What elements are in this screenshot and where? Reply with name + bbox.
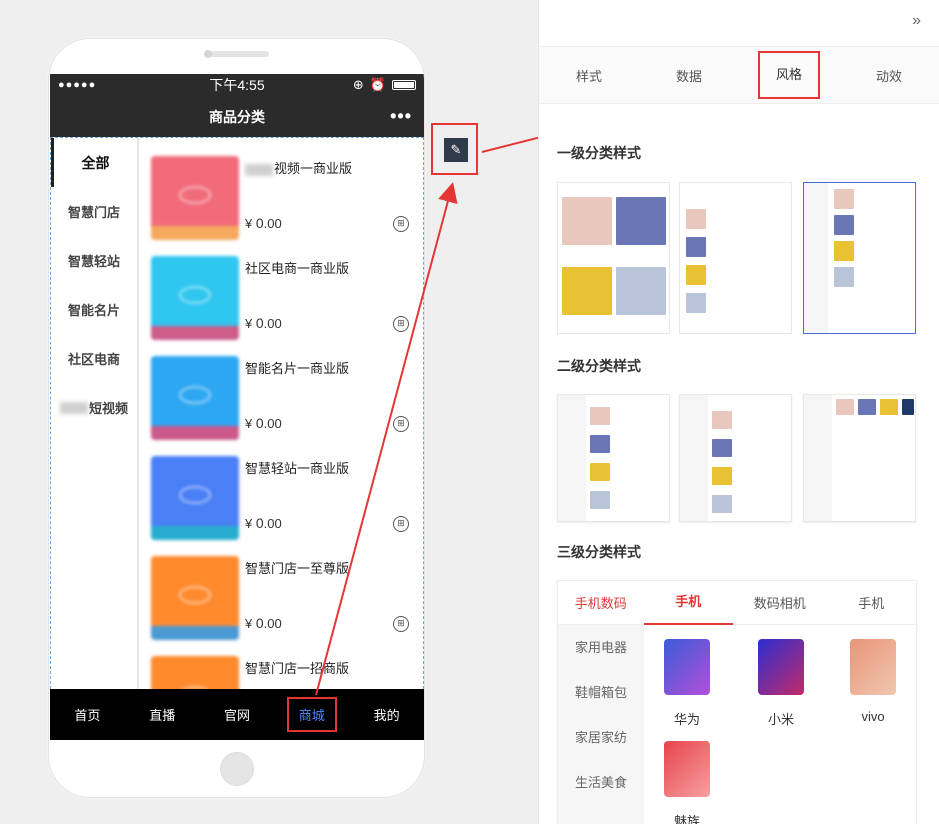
style-option-level2-b[interactable] xyxy=(679,394,792,522)
product-name: 视频一商业版 xyxy=(245,158,352,177)
cart-icon[interactable]: ⊞ xyxy=(393,316,409,332)
level3-tab-phone-2[interactable]: 手机 xyxy=(827,593,917,612)
level3-tab-digital[interactable]: 手机数码 xyxy=(558,593,644,612)
product-name: 社区电商一商业版 xyxy=(245,261,350,276)
category-item-smart-light-site[interactable]: 智慧轻站 xyxy=(51,236,137,285)
panel-tabs: 样式 数据 风格 动效 xyxy=(539,46,939,104)
level3-side-food[interactable]: 生活美食 xyxy=(558,760,644,805)
category-item-short-video[interactable]: 短视频 xyxy=(51,383,137,432)
category-item-smart-card[interactable]: 智能名片 xyxy=(51,285,137,334)
level3-side-appliances[interactable]: 家用电器 xyxy=(558,625,644,670)
product-image-vivo xyxy=(850,639,896,695)
style-option-level1-c[interactable] xyxy=(803,182,916,334)
tab-data[interactable]: 数据 xyxy=(639,66,739,85)
product-item[interactable]: 视频一商业版 ¥ 0.00 ⊞ xyxy=(147,150,419,250)
tab-home[interactable]: 首页 xyxy=(66,701,108,728)
product-name: 智慧轻站一商业版 xyxy=(245,461,350,476)
product-label-vivo: vivo xyxy=(861,709,885,724)
product-image-xiaomi xyxy=(758,639,804,695)
style-option-level1-a[interactable] xyxy=(557,182,670,334)
cart-icon[interactable]: ⊞ xyxy=(393,516,409,532)
tab-website[interactable]: 官网 xyxy=(216,701,258,728)
category-component[interactable]: 全部 智慧门店 智慧轻站 智能名片 社区电商 短视频 视频一商业版 ¥ 0.00 ⊞… xyxy=(50,137,424,740)
blurred-text xyxy=(245,163,273,176)
product-image-huawei xyxy=(664,639,710,695)
section-title-level3: 三级分类样式 xyxy=(557,544,641,560)
cart-icon[interactable]: ⊞ xyxy=(393,616,409,632)
product-price: ¥ 0.00 xyxy=(245,615,282,631)
phone-preview: ●●●●● 下午4:55 ⊕ ⏰ 商品分类 ••• 全部 智慧门店 智慧轻站 智… xyxy=(48,38,425,798)
settings-panel: » 样式 数据 风格 动效 一级分类样式 二级分类样式 三级分类样式 手机数码 … xyxy=(538,0,939,824)
product-image xyxy=(151,356,239,440)
product-item[interactable]: 智慧轻站一商业版 ¥ 0.00 ⊞ xyxy=(147,450,419,550)
edit-highlight: ✎ xyxy=(431,123,478,175)
phone-camera xyxy=(204,50,212,58)
phone-speaker xyxy=(205,51,269,57)
product-image-meizu xyxy=(664,741,710,797)
level3-top-tabs: 手机数码 手机 数码相机 手机 xyxy=(558,581,916,625)
edit-icon[interactable]: ✎ xyxy=(444,138,468,162)
page-title: 商品分类 xyxy=(209,108,265,125)
phone-screen: ●●●●● 下午4:55 ⊕ ⏰ 商品分类 ••• 全部 智慧门店 智慧轻站 智… xyxy=(50,74,424,740)
category-item-smart-store[interactable]: 智慧门店 xyxy=(51,187,137,236)
style-option-level3[interactable]: 手机数码 手机 数码相机 手机 家用电器 鞋帽箱包 家居家纺 生活美食 华为 小… xyxy=(557,580,917,824)
home-button xyxy=(220,752,254,786)
product-price: ¥ 0.00 xyxy=(245,315,282,331)
product-list: 视频一商业版 ¥ 0.00 ⊞ 社区电商一商业版 ¥ 0.00 ⊞ 智能名片一商业版 ¥ 0.… xyxy=(147,150,419,740)
cart-icon[interactable]: ⊞ xyxy=(393,416,409,432)
collapse-icon[interactable]: » xyxy=(912,12,921,30)
style-option-level2-a[interactable] xyxy=(557,394,670,522)
status-bar: ●●●●● 下午4:55 ⊕ ⏰ xyxy=(50,74,424,96)
level3-side-shoes-bags[interactable]: 鞋帽箱包 xyxy=(558,670,644,715)
category-sidebar: 全部 智慧门店 智慧轻站 智能名片 社区电商 短视频 xyxy=(51,138,139,689)
tab-style[interactable]: 样式 xyxy=(539,66,639,85)
cart-icon[interactable]: ⊞ xyxy=(393,216,409,232)
product-label-xiaomi: 小米 xyxy=(767,712,794,727)
product-name: 智能名片一商业版 xyxy=(245,361,350,376)
more-icon[interactable]: ••• xyxy=(390,106,412,127)
level3-side-home-textiles[interactable]: 家居家纺 xyxy=(558,715,644,760)
product-name: 智慧门店一招商版 xyxy=(245,661,350,676)
level3-tab-camera[interactable]: 数码相机 xyxy=(733,593,826,612)
tab-theme[interactable]: 风格 xyxy=(739,51,839,99)
product-label-huawei: 华为 xyxy=(673,712,700,727)
product-name: 智慧门店一至尊版 xyxy=(245,561,350,576)
product-image xyxy=(151,556,239,640)
section-title-level2: 二级分类样式 xyxy=(557,358,641,374)
product-price: ¥ 0.00 xyxy=(245,415,282,431)
tab-bar: 首页 直播 官网 商城 我的 xyxy=(50,689,424,740)
tab-animation[interactable]: 动效 xyxy=(839,66,939,85)
level3-tab-phone[interactable]: 手机 xyxy=(643,581,734,625)
product-label-meizu: 魅族 xyxy=(673,814,700,824)
tab-live[interactable]: 直播 xyxy=(141,701,183,728)
nav-bar: 商品分类 ••• xyxy=(50,96,424,137)
product-price: ¥ 0.00 xyxy=(245,215,282,231)
product-item[interactable]: 社区电商一商业版 ¥ 0.00 ⊞ xyxy=(147,250,419,350)
product-item[interactable]: 智慧门店一至尊版 ¥ 0.00 ⊞ xyxy=(147,550,419,650)
level3-sidebar: 家用电器 鞋帽箱包 家居家纺 生活美食 xyxy=(558,625,644,824)
blurred-text xyxy=(59,401,88,414)
product-price: ¥ 0.00 xyxy=(245,515,282,531)
product-image xyxy=(151,456,239,540)
section-title-level1: 一级分类样式 xyxy=(557,145,641,161)
style-option-level1-b[interactable] xyxy=(679,182,792,334)
product-item[interactable]: 智能名片一商业版 ¥ 0.00 ⊞ xyxy=(147,350,419,450)
style-option-level2-c[interactable] xyxy=(803,394,916,522)
category-item-all[interactable]: 全部 xyxy=(51,138,137,187)
category-item-community-ecommerce[interactable]: 社区电商 xyxy=(51,334,137,383)
status-time: 下午4:55 xyxy=(209,77,265,93)
tab-mine[interactable]: 我的 xyxy=(366,701,408,728)
product-image xyxy=(151,256,239,340)
product-image xyxy=(151,156,239,240)
tab-mall[interactable]: 商城 xyxy=(286,697,337,732)
